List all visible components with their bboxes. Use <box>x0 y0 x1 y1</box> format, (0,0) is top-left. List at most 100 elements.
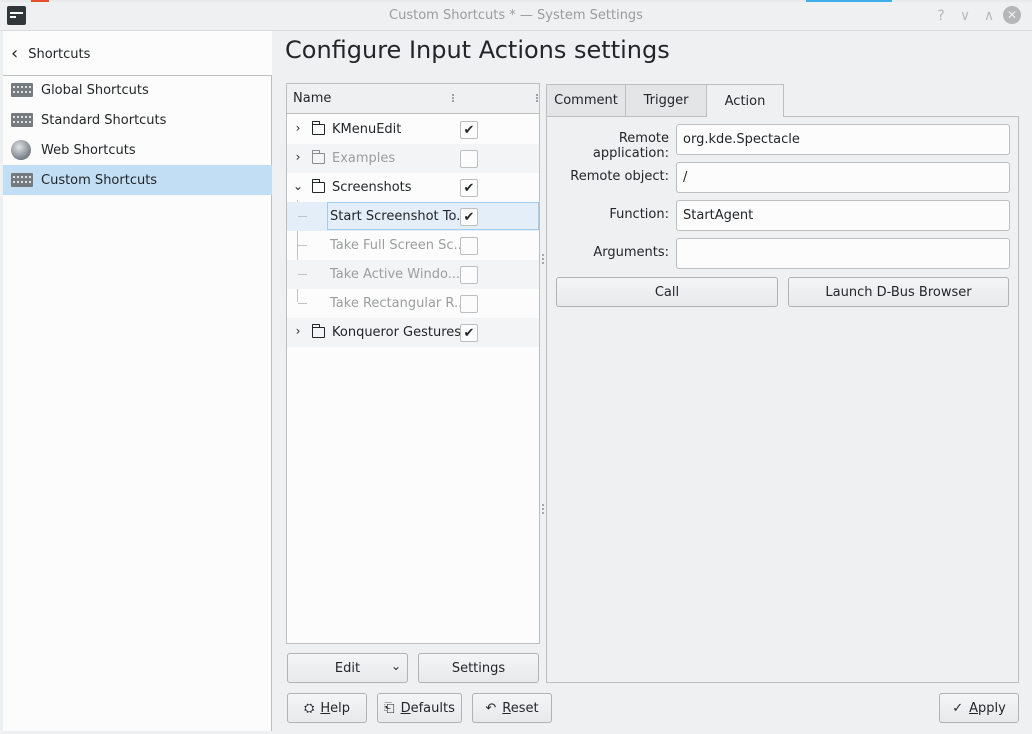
sidebar-item-label: Standard Shortcuts <box>41 112 167 128</box>
tab-label: Trigger <box>643 93 689 108</box>
tree-row-take-rectangular[interactable]: Take Rectangular R... <box>287 289 539 318</box>
tree-branch-line <box>298 245 307 246</box>
collapse-chevron-icon[interactable]: ⌄ <box>293 179 303 193</box>
minimize-button[interactable]: ∨ <box>955 6 975 26</box>
keyboard-icon <box>11 173 33 187</box>
actions-tree[interactable]: Name › KMenuEdit ✔ › Examples ⌄ Screensh… <box>286 83 540 644</box>
column-resize-handle[interactable] <box>535 93 539 105</box>
tree-row-start-screenshot[interactable]: Start Screenshot To... ✔ <box>287 202 539 231</box>
sidebar-item-standard-shortcuts[interactable]: Standard Shortcuts <box>3 105 272 135</box>
remote-application-value: org.kde.Spectacle <box>683 132 800 147</box>
tree-row-label: Start Screenshot To... <box>330 209 469 224</box>
sidebar-item-global-shortcuts[interactable]: Global Shortcuts <box>3 75 272 105</box>
sidebar: ‹ Shortcuts Global Shortcuts Standard Sh… <box>3 31 272 731</box>
tree-row-kmenuedit[interactable]: › KMenuEdit ✔ <box>287 115 539 144</box>
edit-menu-button[interactable]: Edit ⌄ <box>287 653 408 683</box>
chevron-left-icon: ‹ <box>11 43 19 64</box>
arguments-label: Arguments: <box>593 245 669 260</box>
sidebar-header: ‹ Shortcuts <box>3 31 272 76</box>
tree-branch-line <box>298 303 307 304</box>
tree-row-label: Screenshots <box>332 180 412 195</box>
help-button[interactable]: ⛭ Help <box>287 693 367 723</box>
window-titlebar[interactable]: Custom Shortcuts * — System Settings ? ∨… <box>0 0 1032 31</box>
function-field[interactable]: StartAgent <box>676 200 1010 231</box>
tab-label: Action <box>724 93 766 109</box>
folder-icon <box>312 324 325 338</box>
call-button[interactable]: Call <box>556 277 778 307</box>
tree-row-konqueror-gestures[interactable]: › Konqueror Gestures ✔ <box>287 318 539 347</box>
remote-object-label: Remote object: <box>570 169 669 184</box>
tree-row-label: KMenuEdit <box>332 122 402 137</box>
enabled-checkbox[interactable] <box>460 237 478 255</box>
defaults-button[interactable]: ⎗ Defaults <box>377 693 462 723</box>
tab-action[interactable]: Action <box>706 84 784 117</box>
column-header-name[interactable]: Name <box>293 91 331 106</box>
enabled-checkbox[interactable]: ✔ <box>460 179 478 197</box>
close-button[interactable]: ✕ <box>1003 6 1021 24</box>
enabled-checkbox[interactable] <box>460 266 478 284</box>
defaults-mnemonic: D <box>400 700 411 716</box>
defaults-label: efaults <box>410 700 455 716</box>
page-title: Configure Input Actions settings <box>285 36 670 64</box>
back-button[interactable]: ‹ Shortcuts <box>11 43 90 65</box>
reset-label: eset <box>510 700 539 716</box>
splitter-handle[interactable] <box>541 502 544 516</box>
tree-row-label: Take Full Screen Sc... <box>330 238 466 253</box>
tree-row-examples[interactable]: › Examples <box>287 144 539 173</box>
settings-button-label: Settings <box>451 660 506 676</box>
remote-application-field[interactable]: org.kde.Spectacle <box>676 124 1010 155</box>
expand-chevron-icon[interactable]: › <box>293 121 303 135</box>
globe-icon <box>11 140 31 160</box>
sidebar-item-label: Global Shortcuts <box>41 82 149 98</box>
settings-button[interactable]: Settings <box>418 653 539 683</box>
remote-application-label: Remote application: <box>592 131 669 161</box>
enabled-checkbox[interactable]: ✔ <box>460 324 478 342</box>
tree-header: Name <box>287 84 539 114</box>
tree-branch-line <box>298 274 307 275</box>
enabled-checkbox[interactable] <box>460 295 478 313</box>
help-icon: ⛭ <box>303 700 315 716</box>
splitter-handle[interactable] <box>541 252 544 266</box>
arguments-field[interactable] <box>676 238 1010 269</box>
function-label: Function: <box>609 207 669 222</box>
tree-branch-line <box>298 216 307 217</box>
expand-chevron-icon[interactable]: › <box>293 150 303 164</box>
sidebar-item-label: Web Shortcuts <box>41 142 136 158</box>
tree-row-label: Take Rectangular R... <box>330 296 467 311</box>
tab-trigger[interactable]: Trigger <box>625 84 707 116</box>
reset-button[interactable]: ↶ Reset <box>472 693 552 723</box>
tab-comment[interactable]: Comment <box>546 84 626 116</box>
chevron-down-icon: ⌄ <box>390 659 401 673</box>
launch-dbus-browser-label: Launch D-Bus Browser <box>825 284 972 300</box>
sidebar-item-custom-shortcuts[interactable]: Custom Shortcuts <box>3 165 272 195</box>
tree-row-label: Examples <box>332 151 396 166</box>
tree-row-screenshots[interactable]: ⌄ Screenshots ✔ <box>287 173 539 202</box>
remote-object-value: / <box>683 170 688 185</box>
taskbar-accent <box>31 0 49 2</box>
launch-dbus-browser-button[interactable]: Launch D-Bus Browser <box>788 277 1009 307</box>
help-context-icon[interactable]: ? <box>931 6 951 26</box>
expand-chevron-icon[interactable]: › <box>293 324 303 338</box>
help-mnemonic: H <box>320 700 331 716</box>
apply-button[interactable]: ✓ Apply <box>939 693 1019 723</box>
tab-label: Comment <box>554 93 618 108</box>
enabled-checkbox[interactable]: ✔ <box>460 121 478 139</box>
defaults-icon: ⎗ <box>384 700 395 716</box>
back-button-label: Shortcuts <box>28 46 91 62</box>
column-resize-handle[interactable] <box>451 93 455 105</box>
sidebar-item-label: Custom Shortcuts <box>41 172 158 188</box>
window-title: Custom Shortcuts * — System Settings <box>389 8 643 23</box>
folder-icon <box>312 150 325 164</box>
enabled-checkbox[interactable] <box>460 150 478 168</box>
apply-label: pply <box>978 700 1006 716</box>
tree-row-take-active-window[interactable]: Take Active Windo... <box>287 260 539 289</box>
apply-mnemonic: A <box>969 700 978 716</box>
maximize-button[interactable]: ∧ <box>979 6 999 26</box>
sidebar-item-web-shortcuts[interactable]: Web Shortcuts <box>3 135 272 165</box>
reset-mnemonic: R <box>502 700 511 716</box>
remote-object-field[interactable]: / <box>676 162 1010 193</box>
checkmark-icon: ✓ <box>952 700 964 716</box>
edit-button-label: Edit <box>334 660 361 676</box>
tree-row-take-full-screen[interactable]: Take Full Screen Sc... <box>287 231 539 260</box>
enabled-checkbox[interactable]: ✔ <box>460 208 478 226</box>
